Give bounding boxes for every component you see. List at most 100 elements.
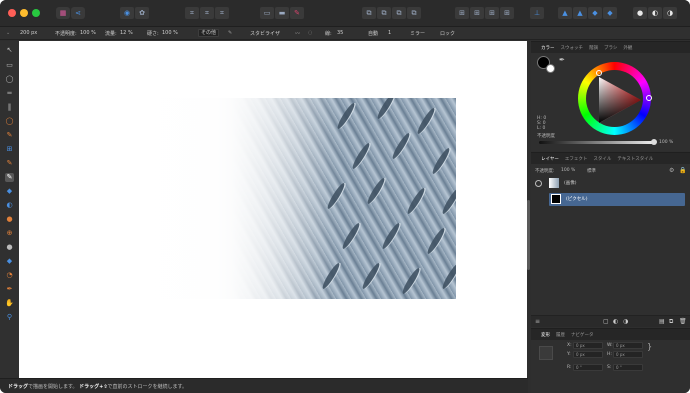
- settings-icon[interactable]: ◑: [663, 7, 677, 19]
- tab-navigator[interactable]: ナビゲータ: [571, 332, 594, 338]
- ellipse-marquee-tool-icon[interactable]: ◯: [5, 75, 14, 84]
- align-top-icon[interactable]: ⊞: [500, 7, 514, 19]
- new-layer-icon[interactable]: ▤: [659, 318, 665, 325]
- tab-history[interactable]: 履歴: [556, 332, 565, 338]
- lock-button[interactable]: ロック: [440, 30, 455, 37]
- flip-icon[interactable]: ⊥: [530, 7, 544, 19]
- photo-persona-icon[interactable]: ▦: [56, 7, 70, 19]
- tab-gradient[interactable]: 階調: [589, 45, 598, 51]
- clone-tool-icon[interactable]: ⊕: [5, 229, 14, 238]
- arrange-forward-icon[interactable]: ⧉: [377, 7, 391, 19]
- secondary-color-well[interactable]: [546, 64, 555, 73]
- minimize-window-button[interactable]: [20, 9, 28, 17]
- row-marquee-tool-icon[interactable]: ═: [5, 89, 14, 98]
- blur-tool-icon[interactable]: ◆: [5, 257, 14, 266]
- color-picker-tool-icon[interactable]: ✒: [5, 285, 14, 294]
- layer-opacity-value[interactable]: 100 %: [561, 168, 575, 173]
- eyedropper-icon[interactable]: ✒: [559, 56, 565, 64]
- stabilizer-mode-value[interactable]: 35: [337, 30, 343, 36]
- column-marquee-tool-icon[interactable]: ‖: [5, 103, 14, 112]
- source-value[interactable]: 1: [388, 30, 391, 36]
- paint-brush-tool-icon[interactable]: ✎: [5, 159, 14, 168]
- zoom-icon[interactable]: ✿: [135, 7, 149, 19]
- arrange-front-icon[interactable]: ⧉: [362, 7, 376, 19]
- sv-handle[interactable]: [596, 70, 602, 76]
- selection-brush-tool-icon[interactable]: ✎: [5, 131, 14, 140]
- rope-mode-icon[interactable]: 〰: [295, 30, 300, 37]
- vertical-scrollbar[interactable]: [527, 200, 530, 270]
- shear-field[interactable]: 0 °: [613, 364, 643, 371]
- refine-icon[interactable]: ✎: [290, 7, 304, 19]
- zoom-tool-icon[interactable]: ⚲: [5, 313, 14, 322]
- anchor-selector[interactable]: [539, 346, 553, 360]
- more-button[interactable]: その他: [198, 29, 220, 37]
- hand-tool-icon[interactable]: ✋: [5, 299, 14, 308]
- layer-stack-icon[interactable]: ≡: [535, 318, 540, 325]
- layer-settings-icon[interactable]: ⚙: [669, 167, 674, 174]
- dodge-tool-icon[interactable]: ●: [5, 215, 14, 224]
- stabilizer-checkbox[interactable]: スタビライザ: [250, 30, 280, 37]
- fill-tool-icon[interactable]: ◆: [5, 187, 14, 196]
- eraser-tool-icon[interactable]: ✎: [5, 173, 14, 182]
- adjustment-icon[interactable]: ◐: [613, 318, 618, 325]
- flip-vertical-icon[interactable]: ◆: [603, 7, 617, 19]
- rotate-right-icon[interactable]: ▲: [573, 7, 587, 19]
- assistant-icon[interactable]: ●: [633, 7, 647, 19]
- width-value[interactable]: 200 px: [20, 30, 37, 36]
- blend-mode-select[interactable]: 標準: [587, 168, 596, 174]
- sponge-tool-icon[interactable]: ◔: [5, 271, 14, 280]
- tab-effects[interactable]: エフェクト: [565, 156, 588, 162]
- flow-value[interactable]: 12 %: [120, 30, 133, 36]
- document-canvas[interactable]: [19, 41, 527, 378]
- color-triangle[interactable]: [588, 72, 643, 127]
- delete-layer-icon[interactable]: 🗑: [679, 318, 687, 325]
- window-mode-icon[interactable]: ◌: [308, 30, 312, 36]
- layer-row-image[interactable]: (画像): [549, 177, 685, 190]
- zoom-window-button[interactable]: [32, 9, 40, 17]
- x-field[interactable]: 0 px: [573, 342, 603, 349]
- opacity-slider-handle[interactable]: [651, 139, 657, 145]
- align-left-icon[interactable]: ⊞: [455, 7, 469, 19]
- smudge-tool-icon[interactable]: ●: [5, 243, 14, 252]
- hardness-value[interactable]: 100 %: [162, 30, 178, 36]
- arrange-back-icon[interactable]: ⧉: [407, 7, 421, 19]
- mask-edit-icon[interactable]: ▬: [275, 7, 289, 19]
- select-all-icon[interactable]: ⌗: [185, 7, 199, 19]
- snapping-icon[interactable]: ◐: [648, 7, 662, 19]
- tab-color[interactable]: カラー: [541, 45, 555, 51]
- gradient-tool-icon[interactable]: ◐: [5, 201, 14, 210]
- tab-appearance[interactable]: 外観: [623, 45, 632, 51]
- view-mode-icon[interactable]: ◉: [120, 7, 134, 19]
- flip-horizontal-icon[interactable]: ◆: [588, 7, 602, 19]
- w-field[interactable]: 0 px: [613, 342, 643, 349]
- brush-options-icon[interactable]: ✎: [228, 30, 232, 36]
- tab-text-styles[interactable]: テキストスタイル: [617, 156, 653, 162]
- rotate-left-icon[interactable]: ▲: [558, 7, 572, 19]
- mirror-button[interactable]: ミラー: [410, 30, 425, 37]
- fx-icon[interactable]: ◑: [623, 318, 628, 325]
- mask-layer-icon[interactable]: ▢: [603, 318, 609, 325]
- rect-marquee-tool-icon[interactable]: ▭: [5, 61, 14, 70]
- tab-brushes[interactable]: ブラシ: [604, 45, 617, 51]
- brush-preview-icon[interactable]: ⌄: [6, 30, 10, 36]
- link-dimensions-icon[interactable]: }: [647, 342, 652, 351]
- invert-selection-icon[interactable]: ⌗: [215, 7, 229, 19]
- layer-row-pixel[interactable]: (ピクセル): [549, 193, 685, 206]
- tab-transform[interactable]: 変形: [541, 332, 550, 338]
- arrange-backward-icon[interactable]: ⧉: [392, 7, 406, 19]
- layer-visibility-icon[interactable]: [535, 180, 542, 187]
- opacity-value[interactable]: 100 %: [80, 30, 96, 36]
- tab-layers[interactable]: レイヤー: [541, 156, 559, 162]
- close-window-button[interactable]: [8, 9, 16, 17]
- layer-lock-icon[interactable]: 🔒: [679, 167, 686, 174]
- tab-swatches[interactable]: スウォッチ: [561, 45, 584, 51]
- y-field[interactable]: 0 px: [573, 351, 603, 358]
- crop-tool-icon[interactable]: ⊞: [5, 145, 14, 154]
- lasso-tool-icon[interactable]: ◯: [5, 117, 14, 126]
- share-icon[interactable]: ⋖: [71, 7, 85, 19]
- tab-styles[interactable]: スタイル: [593, 156, 611, 162]
- move-tool-icon[interactable]: ↖: [5, 46, 14, 55]
- color-opacity-value[interactable]: 100 %: [659, 140, 673, 145]
- hue-handle[interactable]: [646, 95, 652, 101]
- deselect-icon[interactable]: ⌗: [200, 7, 214, 19]
